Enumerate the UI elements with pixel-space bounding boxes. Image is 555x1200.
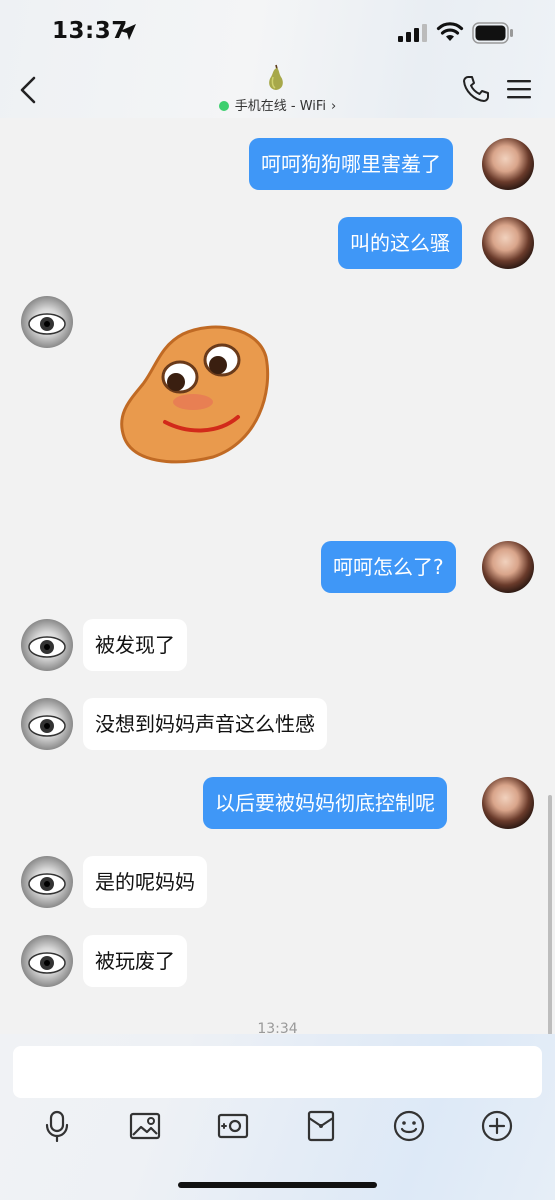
online-status-text: 手机在线 - WiFi [234, 99, 327, 114]
message-bubble-incoming[interactable]: 被玩废了 [83, 935, 187, 987]
pear-avatar-icon[interactable] [262, 62, 290, 92]
location-arrow-icon [120, 24, 136, 40]
contact-avatar[interactable] [21, 856, 73, 908]
contact-avatar[interactable] [21, 698, 73, 750]
status-time: 13:37 [52, 18, 128, 44]
menu-icon[interactable] [507, 79, 531, 99]
microphone-icon[interactable] [41, 1110, 73, 1142]
contact-avatar[interactable] [21, 935, 73, 987]
message-bubble-outgoing[interactable]: 叫的这么骚 [338, 217, 462, 269]
my-avatar[interactable] [482, 138, 534, 190]
camera-icon[interactable] [217, 1110, 249, 1142]
eye-icon [28, 313, 66, 335]
status-bar: 13:37 [0, 0, 555, 64]
eye-icon [28, 873, 66, 895]
eye-icon [28, 715, 66, 737]
cellular-signal-icon [398, 24, 427, 42]
message-bubble-outgoing[interactable]: 呵呵狗狗哪里害羞了 [249, 138, 453, 190]
contact-avatar[interactable] [21, 619, 73, 671]
my-avatar[interactable] [482, 541, 534, 593]
scrollbar[interactable] [548, 795, 552, 1035]
eye-icon [28, 636, 66, 658]
message-bubble-outgoing[interactable]: 呵呵怎么了? [321, 541, 456, 593]
plus-icon[interactable] [481, 1110, 513, 1142]
input-panel [0, 1034, 555, 1200]
message-bubble-incoming[interactable]: 是的呢妈妈 [83, 856, 207, 908]
message-input[interactable] [13, 1046, 542, 1098]
contact-avatar[interactable] [21, 296, 73, 348]
my-avatar[interactable] [482, 217, 534, 269]
wifi-icon [436, 22, 464, 41]
home-indicator[interactable] [178, 1182, 377, 1188]
emoji-icon[interactable] [393, 1110, 425, 1142]
battery-icon [472, 22, 513, 44]
chevron-right-icon: › [331, 99, 337, 114]
orange-blob-sticker[interactable] [118, 322, 270, 468]
message-bubble-incoming[interactable]: 没想到妈妈声音这么性感 [83, 698, 327, 750]
image-icon[interactable] [129, 1110, 161, 1142]
eye-icon [28, 952, 66, 974]
chat-header: 手机在线 - WiFi › [0, 60, 555, 118]
my-avatar[interactable] [482, 777, 534, 829]
phone-call-button[interactable] [462, 75, 490, 103]
top-bar: 13:37 手机在线 - WiFi › [0, 0, 555, 118]
message-bubble-incoming[interactable]: 被发现了 [83, 619, 187, 671]
online-status-dot [218, 101, 229, 111]
red-packet-icon[interactable] [305, 1110, 337, 1142]
message-bubble-outgoing[interactable]: 以后要被妈妈彻底控制呢 [203, 777, 447, 829]
